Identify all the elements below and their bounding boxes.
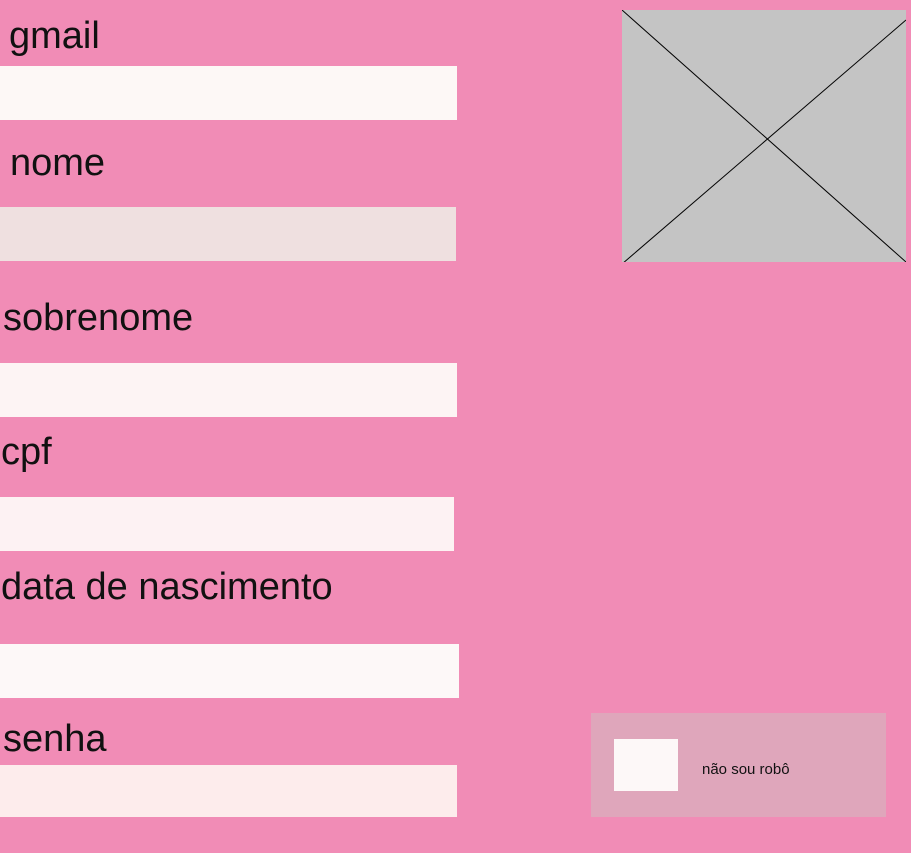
sobrenome-input[interactable]: [0, 363, 457, 417]
nome-input[interactable]: [0, 207, 456, 261]
nome-label: nome: [10, 142, 106, 184]
gmail-input[interactable]: [0, 66, 457, 120]
cpf-label: cpf: [1, 431, 52, 473]
image-placeholder-icon: [622, 10, 906, 262]
senha-label: senha: [3, 718, 107, 760]
gmail-label: gmail: [9, 15, 100, 57]
cpf-input[interactable]: [0, 497, 454, 551]
data-nascimento-label: data de nascimento: [1, 566, 333, 608]
captcha-widget: não sou robô: [591, 713, 886, 817]
captcha-label: não sou robô: [702, 761, 790, 778]
sobrenome-label: sobrenome: [3, 297, 194, 339]
captcha-checkbox[interactable]: [614, 739, 678, 791]
senha-input[interactable]: [0, 765, 457, 817]
data-nascimento-input[interactable]: [0, 644, 459, 698]
image-placeholder: [622, 10, 906, 262]
